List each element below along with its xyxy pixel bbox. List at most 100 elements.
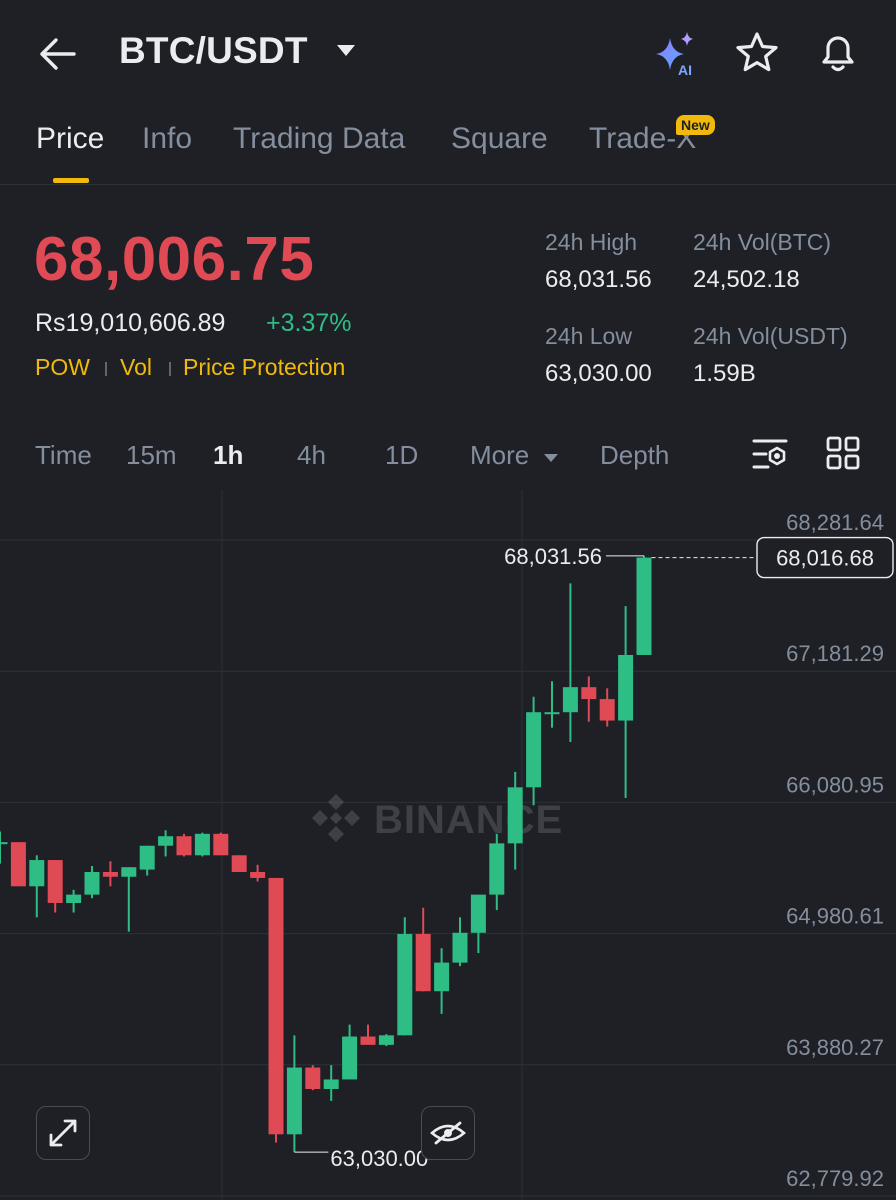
candle-body (526, 712, 542, 788)
candle-body (121, 867, 137, 877)
back-arrow-icon (40, 38, 76, 70)
candle-body (599, 699, 615, 721)
candle-body (618, 654, 634, 721)
grid-layout-icon (826, 436, 860, 470)
caret-down-icon (543, 450, 559, 462)
candle-body (268, 877, 284, 1135)
candle-body (139, 845, 155, 870)
candle-body (452, 932, 468, 963)
candle-body (10, 842, 26, 887)
low-24h-label: 24h Low (545, 323, 632, 349)
vol-usdt-value: 1.59B (693, 360, 756, 387)
candle-body (250, 871, 266, 878)
tag-separator (105, 362, 107, 376)
candle-body (176, 836, 192, 856)
candle-body (102, 871, 118, 877)
tab-price[interactable]: Price (36, 122, 104, 156)
candle-body (415, 933, 431, 992)
low-24h-value: 63,030.00 (545, 360, 652, 387)
candle-body (47, 860, 63, 903)
candles (0, 555, 652, 1153)
low-marker-label: 63,030.00 (330, 1146, 428, 1171)
ai-sparkle-icon: AI (656, 32, 693, 78)
vol-btc-value: 24,502.18 (693, 266, 800, 293)
eye-off-icon (430, 1121, 466, 1145)
interval-1d[interactable]: 1D (385, 440, 418, 471)
tab-trading-data[interactable]: Trading Data (233, 122, 405, 156)
candle-body (636, 557, 652, 655)
new-badge: New (676, 115, 715, 135)
candle-body (489, 843, 505, 895)
divider (0, 184, 896, 185)
tag-vol[interactable]: Vol (120, 354, 152, 381)
interval-more[interactable]: More (470, 440, 529, 471)
tag-pow[interactable]: POW (35, 354, 90, 381)
candle-body (434, 962, 450, 992)
current-price-label: 68,016.68 (776, 546, 874, 571)
back-button[interactable] (36, 34, 80, 74)
candle-body (360, 1036, 376, 1045)
high-24h-label: 24h High (545, 229, 638, 255)
caret-down-icon[interactable] (336, 44, 356, 58)
tab-info[interactable]: Info (142, 122, 192, 156)
layout-button[interactable] (826, 436, 860, 470)
candle-body (470, 894, 486, 933)
interval-15m[interactable]: 15m (126, 440, 177, 471)
last-price: 68,006.75 (34, 225, 315, 294)
grid-lines (0, 490, 896, 1200)
binance-logo-icon (312, 794, 360, 842)
candle-body (213, 833, 229, 856)
bell-icon (822, 36, 854, 72)
candle-body (562, 687, 578, 713)
fullscreen-button[interactable] (36, 1106, 90, 1160)
candle-body (397, 933, 413, 1036)
ai-assistant-button[interactable]: AI (650, 30, 700, 78)
y-tick-label: 63,880.27 (786, 1035, 884, 1060)
candle-body (544, 712, 560, 715)
fiat-price: Rs19,010,606.89 (35, 309, 226, 337)
y-tick-label: 66,080.95 (786, 772, 884, 797)
candle-body (323, 1079, 339, 1089)
candle-body (305, 1067, 321, 1089)
annotations: 68,031.56 63,030.00 68,016.68 (294, 536, 894, 1171)
y-axis: 68,281.64 67,181.29 66,080.95 64,980.61 63,8… (786, 510, 884, 1191)
candle-body (29, 860, 45, 887)
candle-body (581, 687, 597, 700)
indicator-settings-icon (752, 439, 788, 469)
candlestick-chart[interactable]: BINANCE 68,031.56 63,030.00 68,016.68 68,2… (0, 490, 896, 1200)
active-tab-indicator (53, 178, 89, 183)
tab-square[interactable]: Square (451, 122, 548, 156)
candle-body (342, 1036, 358, 1080)
candle-body (66, 894, 82, 903)
interval-depth[interactable]: Depth (600, 440, 669, 471)
high-marker-label: 68,031.56 (504, 544, 602, 569)
binance-watermark: BINANCE (312, 794, 563, 842)
hide-orders-button[interactable] (421, 1106, 475, 1160)
y-tick-label: 67,181.29 (786, 641, 884, 666)
interval-1h[interactable]: 1h (213, 440, 243, 471)
candle-body (194, 833, 210, 856)
favorite-button[interactable] (734, 30, 780, 76)
candle-body (378, 1035, 394, 1045)
candle-body (84, 871, 100, 895)
vol-usdt-label: 24h Vol(USDT) (693, 323, 848, 349)
y-tick-label: 64,980.61 (786, 904, 884, 929)
candle-body (0, 842, 8, 845)
watermark-text: BINANCE (374, 798, 563, 842)
indicator-settings-button[interactable] (752, 436, 790, 472)
tag-separator (169, 362, 171, 376)
vol-btc-label: 24h Vol(BTC) (693, 229, 832, 255)
pair-title[interactable]: BTC/USDT (119, 30, 308, 72)
candle-body (286, 1067, 302, 1135)
interval-time[interactable]: Time (35, 440, 92, 471)
ai-label: AI (678, 62, 692, 78)
price-change: +3.37% (266, 309, 352, 337)
star-icon (736, 32, 778, 72)
interval-4h[interactable]: 4h (297, 440, 326, 471)
tag-price-protection[interactable]: Price Protection (183, 354, 345, 381)
expand-icon (49, 1119, 77, 1147)
high-24h-value: 68,031.56 (545, 266, 652, 293)
y-tick-label: 68,281.64 (786, 510, 884, 535)
alert-button[interactable] (814, 28, 862, 76)
y-tick-label: 62,779.92 (786, 1166, 884, 1191)
